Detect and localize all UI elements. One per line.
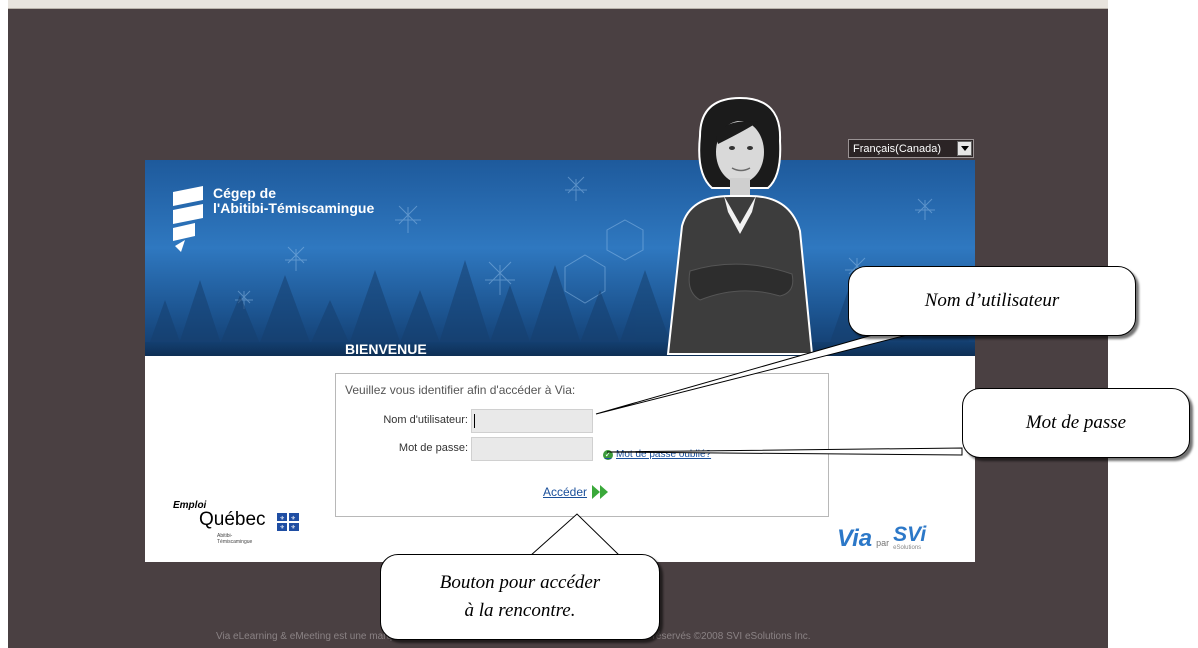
callout-password-text: Mot de passe — [1025, 412, 1127, 433]
forgot-password-link[interactable]: ✓ Mot de passe oublié? — [603, 449, 711, 460]
submit-button[interactable]: Accéder — [543, 485, 610, 499]
callout-username: Nom d’utilisateur — [848, 266, 1136, 336]
login-form: Veuillez vous identifier afin d'accéder … — [335, 373, 829, 517]
woman-photo — [666, 96, 814, 355]
forgot-password-label: Mot de passe oublié? — [616, 449, 712, 460]
submit-label: Accéder — [543, 485, 588, 499]
emploi-quebec-logo: Emploi Québec ⚜ ⚜ ⚜ ⚜ Abitibi- Témiscami… — [173, 500, 313, 560]
text-cursor — [474, 414, 475, 428]
welcome-heading: BIENVENUE — [345, 341, 427, 356]
chevron-down-icon[interactable] — [957, 141, 972, 156]
org-name-line1: Cégep de — [213, 185, 277, 201]
cegep-logo: Cégep de l'Abitibi-Témiscamingue — [171, 186, 374, 252]
language-select[interactable]: Français(Canada) — [848, 139, 974, 158]
username-label: Nom d'utilisateur: — [383, 414, 468, 426]
svg-text:⚜: ⚜ — [291, 515, 296, 522]
double-arrow-icon — [592, 485, 609, 499]
banner-footer-strip — [145, 342, 975, 356]
language-select-value: Français(Canada) — [853, 142, 942, 155]
esolutions-text: eSolutions — [893, 545, 922, 551]
callout-submit-line1: Bouton pour accéder — [439, 572, 601, 593]
callout-submit: Bouton pour accéder à la rencontre. — [380, 554, 660, 640]
svg-text:⚜: ⚜ — [291, 524, 296, 531]
svi-logo: SVi — [893, 523, 927, 546]
par-text: par — [876, 538, 890, 548]
svg-text:⚜: ⚜ — [280, 515, 285, 522]
quebec-flag-icon: ⚜ ⚜ ⚜ ⚜ — [277, 513, 299, 531]
via-logo: Via — [837, 525, 873, 552]
password-input[interactable] — [471, 437, 593, 461]
login-panel: Cégep de l'Abitibi-Témiscamingue BIENVEN… — [145, 96, 975, 562]
login-intro: Veuillez vous identifier afin d'accéder … — [345, 383, 576, 397]
cegep-logo-icon — [173, 186, 203, 252]
checkmark-icon: ✓ — [603, 449, 613, 460]
callout-submit-line2: à la rencontre. — [464, 600, 576, 621]
username-input[interactable] — [471, 409, 593, 433]
via-branding: Via par SVi eSolutions — [837, 524, 926, 551]
org-name-line2: l'Abitibi-Témiscamingue — [213, 200, 375, 216]
quebec-text: Québec — [199, 509, 266, 530]
region-line2: Témiscamingue — [217, 539, 253, 545]
password-label: Mot de passe: — [398, 442, 468, 454]
callout-username-text: Nom d’utilisateur — [924, 290, 1060, 311]
callout-password: Mot de passe — [962, 388, 1190, 458]
svg-text:⚜: ⚜ — [280, 524, 285, 531]
browser-top-strip — [8, 0, 1108, 9]
